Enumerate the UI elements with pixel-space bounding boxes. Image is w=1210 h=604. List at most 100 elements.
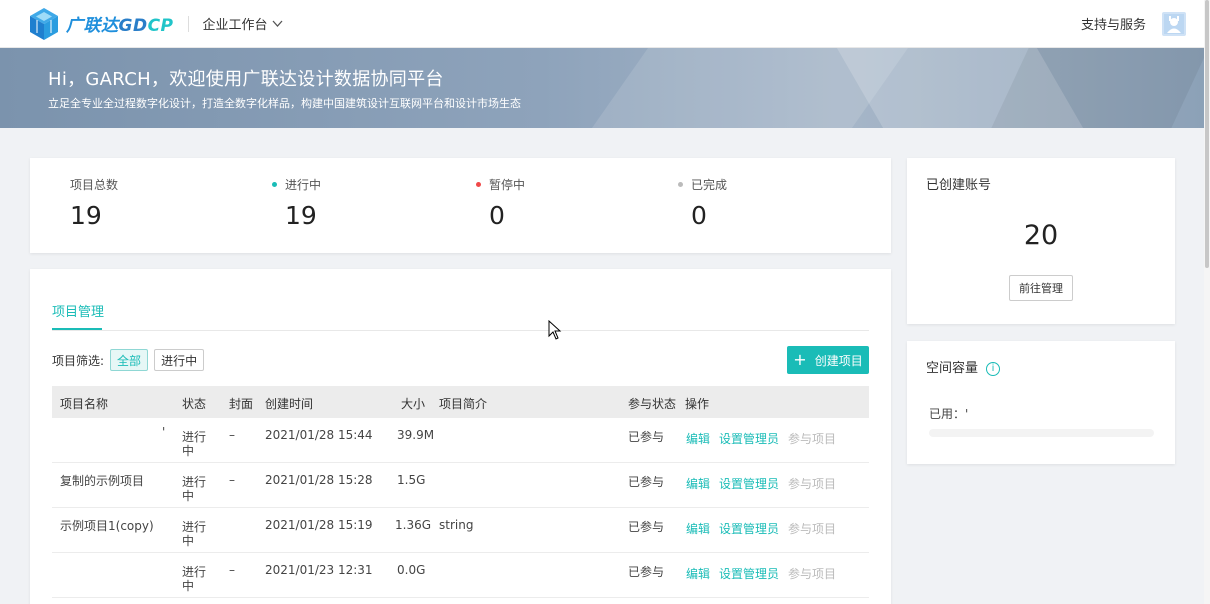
banner-title: Hi，GARCH，欢迎使用广联达设计数据协同平台 — [48, 69, 444, 90]
project-name[interactable]: 复制的示例项目 — [60, 472, 144, 489]
stat-paused-label: 暂停中 — [489, 178, 526, 192]
project-participation: 已参与 — [628, 520, 665, 534]
project-status-cont: 中 — [182, 444, 195, 458]
column-header-name[interactable]: 项目名称 — [60, 395, 108, 412]
workbench-label: 企业工作台 — [202, 18, 268, 33]
project-created: 2021/01/28 15:28 — [265, 473, 373, 487]
user-avatar[interactable] — [1162, 11, 1186, 36]
support-link[interactable]: 支持与服务 — [1081, 14, 1146, 33]
space-used-value: ' — [965, 407, 969, 421]
space-usage-bar — [929, 429, 1154, 437]
stat-paused-value: 0 — [489, 201, 505, 230]
project-cover: – — [229, 473, 235, 487]
project-cover: – — [229, 563, 235, 577]
join-project-link[interactable]: 参与项目 — [788, 565, 836, 582]
edit-link[interactable]: 编辑 — [686, 430, 710, 447]
column-header-participation: 参与状态 — [628, 397, 677, 411]
accounts-count: 20 — [1023, 220, 1059, 251]
welcome-banner: Hi，GARCH，欢迎使用广联达设计数据协同平台 立足全专业全过程数字化设计，打… — [0, 48, 1204, 128]
brand-gd: GD — [118, 16, 148, 36]
tab-project-management[interactable]: 项目管理 — [52, 301, 104, 320]
brand-cp: CP — [147, 16, 174, 36]
column-header-size[interactable]: 大小 — [401, 395, 425, 412]
project-size: 1.36G — [395, 518, 432, 532]
project-participation: 已参与 — [628, 565, 665, 579]
plus-icon: + — [793, 350, 807, 369]
filter-ongoing-button[interactable]: 进行中 — [154, 349, 205, 371]
filter-all-button[interactable]: 全部 — [110, 349, 149, 371]
edit-link[interactable]: 编辑 — [686, 565, 710, 582]
table-header: 项目名称 状态 封面 创建时间 大小 项目简介 参与状态 操作 — [52, 386, 869, 418]
project-stats-card: 项目总数 19 进行中 19 暂停中 0 已完成 0 — [30, 158, 891, 253]
user-icon — [1164, 13, 1184, 34]
stat-ongoing: 进行中 19 — [272, 176, 321, 230]
chevron-down-icon — [272, 20, 283, 27]
column-header-status[interactable]: 状态 — [182, 395, 206, 412]
table-row[interactable]: 复制的示例项目 进行 中 – 2021/01/28 15:28 1.5G 已参与… — [52, 463, 869, 508]
stat-done-label: 已完成 — [691, 178, 728, 192]
join-project-link[interactable]: 参与项目 — [788, 520, 836, 537]
space-used-label: 已用： — [929, 407, 966, 421]
set-admin-link[interactable]: 设置管理员 — [719, 565, 779, 582]
project-size: 1.5G — [397, 473, 426, 487]
banner-subtitle: 立足全专业全过程数字化设计，打造全数字化样品，构建中国建筑设计互联网平台和设计市… — [48, 97, 521, 110]
join-project-link[interactable]: 参与项目 — [788, 475, 836, 492]
info-icon[interactable]: i — [986, 361, 1001, 376]
go-manage-button[interactable]: 前往管理 — [1009, 275, 1073, 301]
tab-divider — [52, 330, 869, 331]
stat-ongoing-label: 进行中 — [285, 178, 322, 192]
join-project-link[interactable]: 参与项目 — [788, 430, 836, 447]
stat-done: 已完成 0 — [678, 176, 727, 230]
stat-total: 项目总数 19 — [70, 176, 118, 230]
space-title: 空间容量 — [926, 361, 979, 376]
column-header-created[interactable]: 创建时间 — [265, 395, 313, 412]
filter-label: 项目筛选: — [52, 353, 105, 368]
set-admin-link[interactable]: 设置管理员 — [719, 520, 779, 537]
mouse-cursor-icon — [548, 320, 562, 340]
column-header-desc: 项目简介 — [439, 397, 488, 411]
storage-space-card: 空间容量 i 已用：' — [907, 341, 1175, 464]
edit-link[interactable]: 编辑 — [686, 520, 710, 537]
workbench-dropdown[interactable]: 企业工作台 — [203, 14, 283, 33]
brand-name: 广联达 — [66, 16, 119, 36]
set-admin-link[interactable]: 设置管理员 — [719, 475, 779, 492]
create-project-label: 创建项目 — [814, 353, 863, 368]
banner-decoration — [991, 48, 1204, 128]
create-project-button[interactable]: + 创建项目 — [787, 346, 869, 374]
table-row[interactable]: 进行 中 – 2021/01/23 12:31 0.0G 已参与 编辑 设置管理… — [52, 553, 869, 598]
scrollbar-thumb[interactable] — [1205, 0, 1209, 268]
project-desc: string — [439, 518, 474, 532]
table-row[interactable]: ' 进行 中 – 2021/01/28 15:44 39.9M 已参与 编辑 设… — [52, 418, 869, 463]
stat-ongoing-value: 19 — [285, 201, 317, 230]
nav-divider — [187, 15, 189, 32]
ongoing-dot-icon — [272, 182, 277, 187]
project-name[interactable]: ' — [162, 425, 165, 439]
project-size: 39.9M — [397, 428, 435, 442]
project-name[interactable]: 示例项目1(copy) — [60, 517, 154, 534]
done-dot-icon — [678, 182, 683, 187]
project-filter: 项目筛选: 全部 进行中 — [52, 349, 205, 371]
stat-done-value: 0 — [691, 201, 707, 230]
accounts-title: 已创建账号 — [926, 178, 992, 193]
project-created: 2021/01/28 15:44 — [265, 428, 373, 442]
project-size: 0.0G — [397, 563, 426, 577]
paused-dot-icon — [476, 182, 481, 187]
set-admin-link[interactable]: 设置管理员 — [719, 430, 779, 447]
project-participation: 已参与 — [628, 430, 665, 444]
stat-paused: 暂停中 0 — [476, 176, 525, 230]
edit-link[interactable]: 编辑 — [686, 475, 710, 492]
project-management-card: 项目管理 项目筛选: 全部 进行中 + 创建项目 项目名称 状态 封面 创建时间… — [30, 269, 891, 604]
project-participation: 已参与 — [628, 475, 665, 489]
table-row[interactable]: 示例项目1(copy) 进行 中 2021/01/28 15:19 1.36G … — [52, 508, 869, 553]
column-header-actions: 操作 — [685, 397, 710, 411]
created-accounts-card: 已创建账号 20 前往管理 — [907, 158, 1175, 324]
cube-logo-icon — [30, 7, 58, 40]
top-navigation-bar: 广联达GDCP 企业工作台 支持与服务 — [0, 0, 1204, 48]
project-created: 2021/01/28 15:19 — [265, 518, 373, 532]
stat-total-value: 19 — [70, 201, 102, 230]
project-cover: – — [229, 428, 235, 442]
stat-total-label: 项目总数 — [70, 178, 119, 192]
brand-logo[interactable]: 广联达GDCP — [28, 7, 174, 41]
project-status-cont: 中 — [182, 579, 195, 593]
project-status-cont: 中 — [182, 489, 195, 503]
